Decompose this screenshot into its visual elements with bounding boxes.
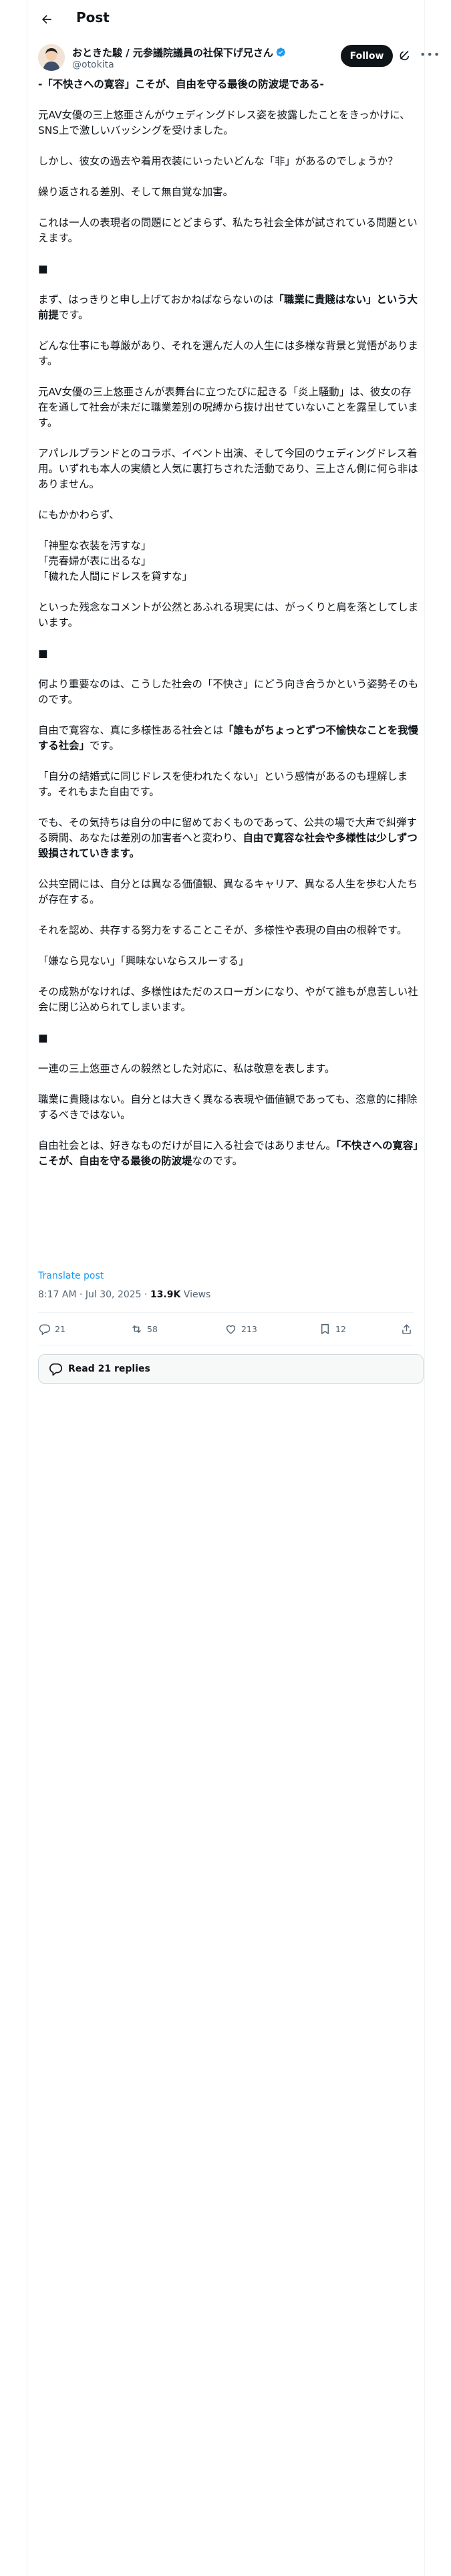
post-paragraph: 自由で寛容な、真に多様性ある社会とは「誰もがちょっとずつ不愉快なことを我慢する社… xyxy=(38,723,420,754)
post-text-run: です。 xyxy=(89,740,120,752)
post-paragraph: 職業に貴賤はない。自分とは大きく異なる表現や価値観であっても、恣意的に排除するべ… xyxy=(38,1092,420,1123)
read-replies-label: Read 21 replies xyxy=(68,1364,150,1374)
post-text-run: これは一人の表現者の問題にとどまらず、私たち社会全体が試されている問題といえます… xyxy=(38,217,418,244)
post-text-run: 一連の三上悠亜さんの毅然とした対応に、私は敬意を表します。 xyxy=(38,1063,335,1075)
post-text-run: 元AV女優の三上悠亜さんが表舞台に立つたびに起きる「炎上騒動」は、彼女の存在を通… xyxy=(38,386,418,429)
repost-button[interactable]: 58 xyxy=(130,1323,158,1335)
more-options-icon[interactable]: ••• xyxy=(420,48,440,61)
bookmark-count: 12 xyxy=(335,1324,346,1334)
post-text: -「不快さへの寛容」こそが、自由を守る最後の防波堤である- 元AV女優の三上悠亜さ… xyxy=(38,77,420,1184)
views-count: 13.9K xyxy=(150,1289,181,1300)
repost-count: 58 xyxy=(147,1324,158,1334)
post-paragraph: -「不快さへの寛容」こそが、自由を守る最後の防波堤である- xyxy=(38,77,420,92)
post-paragraph: 「嫌なら見ない」「興味ないならスルーする」 xyxy=(38,954,420,969)
post-paragraph: でも、その気持ちは自分の中に留めておくものであって、公共の場で大声で糾弾する瞬間… xyxy=(38,815,420,861)
arrow-left-icon xyxy=(42,15,51,24)
share-button[interactable] xyxy=(400,1323,417,1335)
post-timestamp[interactable]: 8:17 AM · Jul 30, 2025 xyxy=(38,1289,142,1300)
chat-bubble-icon xyxy=(48,1362,63,1376)
post-paragraph: 何より重要なのは、こうした社会の「不快さ」にどう向き合うかという姿勢そのものです… xyxy=(38,677,420,708)
post-meta: 8:17 AM · Jul 30, 2025 · 13.9K Views xyxy=(38,1289,210,1300)
like-button[interactable]: 213 xyxy=(224,1323,257,1335)
share-icon xyxy=(400,1323,413,1335)
grok-icon[interactable] xyxy=(399,49,411,64)
post-text-bold: ■ xyxy=(38,1032,48,1044)
author-handle[interactable]: @otokita xyxy=(72,60,114,70)
post-paragraph: どんな仕事にも尊厳があり、それを選んだ人の人生には多様な背景と覚悟があります。 xyxy=(38,338,420,369)
author-name[interactable]: おときた駿 / 元参議院議員の社保下げ兄さん xyxy=(72,45,286,60)
post-text-run: アパレルブランドとのコラボ、イベント出演、そして今回のウェディングドレス着用。い… xyxy=(38,447,418,490)
post-text-run: 「自分の結婚式に同じドレスを使われたくない」という感情があるのも理解します。それ… xyxy=(38,770,408,798)
post-text-run: にもかかわらず、 xyxy=(38,509,120,521)
post-paragraph: にもかかわらず、 xyxy=(38,508,420,523)
post-paragraph: ■ xyxy=(38,646,420,661)
post-text-run: 「売春婦が表に出るな」 xyxy=(38,555,152,567)
post-paragraph: 「神聖な衣装を汚すな」 「売春婦が表に出るな」「穢れた人間にドレスを貸すな」 xyxy=(38,538,420,584)
translate-post-link[interactable]: Translate post xyxy=(38,1271,104,1281)
post-text-run: 何より重要なのは、こうした社会の「不快さ」にどう向き合うかという姿勢そのものです… xyxy=(38,678,419,706)
repost-icon xyxy=(130,1323,143,1335)
post-paragraph: 公共空間には、自分とは異なる価値観、異なるキャリア、異なる人生を歩む人たちが存在… xyxy=(38,877,420,907)
post-text-run: 自由社会とは、好きなものだけが目に入る社会ではありません。 xyxy=(38,1140,336,1152)
page-title: Post xyxy=(76,9,110,25)
post-text-bold: ■ xyxy=(38,647,48,659)
post-paragraph: といった残念なコメントが公然とあふれる現実には、がっくりと肩を落としてしまいます… xyxy=(38,600,420,631)
action-bar: 21 58 213 12 xyxy=(38,1319,414,1340)
post-text-run: 「嫌なら見ない」「興味ないならスルーする」 xyxy=(38,955,249,967)
post-paragraph: 一連の三上悠亜さんの毅然とした対応に、私は敬意を表します。 xyxy=(38,1061,420,1077)
post-text-run: 元AV女優の三上悠亜さんがウェディングドレス姿を披露したことをきっかけに、SNS… xyxy=(38,109,410,136)
post-text-run: 公共空間には、自分とは異なる価値観、異なるキャリア、異なる人生を歩む人たちが存在… xyxy=(38,878,418,905)
top-bar: Post xyxy=(27,0,424,38)
reply-button[interactable]: 21 xyxy=(38,1323,65,1335)
post-paragraph: アパレルブランドとのコラボ、イベント出演、そして今回のウェディングドレス着用。い… xyxy=(38,446,420,492)
post-paragraph: しかし、彼女の過去や着用衣装にいったいどんな「非」があるのでしょうか？ xyxy=(38,154,420,169)
post-paragraph: まず、はっきりと申し上げておかねばならないのは「職業に貴賤はない」という大前提で… xyxy=(38,292,420,323)
post-text-run: 繰り返される差別、そして無自覚な加害。 xyxy=(38,186,233,198)
avatar[interactable] xyxy=(38,44,65,71)
post-header: おときた駿 / 元参議院議員の社保下げ兄さん @otokita Follow •… xyxy=(27,43,440,76)
post-paragraph: それを認め、共存する努力をすることこそが、多様性や表現の自由の根幹です。 xyxy=(38,923,420,938)
post-text-run: どんな仕事にも尊厳があり、それを選んだ人の人生には多様な背景と覚悟があります。 xyxy=(38,340,418,367)
post-paragraph: ■ xyxy=(38,1031,420,1046)
post-text-run: しかし、彼女の過去や着用衣装にいったいどんな「非」があるのでしょうか？ xyxy=(38,155,398,167)
post-text-run: 自由で寛容な、真に多様性ある社会とは xyxy=(38,724,224,736)
bookmark-button[interactable]: 12 xyxy=(319,1323,346,1335)
post-text-run: それを認め、共存する努力をすることこそが、多様性や表現の自由の根幹です。 xyxy=(38,924,408,936)
post-paragraph: 繰り返される差別、そして無自覚な加害。 xyxy=(38,185,420,200)
read-replies-button[interactable]: Read 21 replies xyxy=(38,1354,424,1384)
post-text-run: まず、はっきりと申し上げておかねばならないのは xyxy=(38,294,274,306)
post-text-run: 「神聖な衣装を汚すな」 xyxy=(38,540,152,552)
post-text-run: その成熟がなければ、多様性はただのスローガンになり、やがて誰もが息苦しい社会に閉… xyxy=(38,986,418,1013)
verified-badge-icon xyxy=(275,47,286,60)
post-text-bold: -「不快さへの寛容」こそが、自由を守る最後の防波堤である- xyxy=(38,78,324,90)
post-text-run: なのです。 xyxy=(192,1155,243,1167)
post-text-bold: ■ xyxy=(38,263,48,275)
main-column: Post おときた駿 / 元参議院議員の社保下げ兄さん @otokita Fol… xyxy=(27,0,440,2576)
post-text-run: 職業に貴賤はない。自分とは大きく異なる表現や価値観であっても、恣意的に排除するべ… xyxy=(38,1093,418,1121)
post-paragraph: 「自分の結婚式に同じドレスを使われたくない」という感情があるのも理解します。それ… xyxy=(38,769,420,800)
reply-count: 21 xyxy=(55,1324,65,1334)
post-paragraph: 自由社会とは、好きなものだけが目に入る社会ではありません。「不快さへの寛容」こそ… xyxy=(38,1138,420,1169)
post-paragraph: ■ xyxy=(38,261,420,277)
back-button[interactable] xyxy=(37,9,57,29)
post-paragraph: 元AV女優の三上悠亜さんが表舞台に立つたびに起きる「炎上騒動」は、彼女の存在を通… xyxy=(38,385,420,431)
post-paragraph: 元AV女優の三上悠亜さんがウェディングドレス姿を披露したことをきっかけに、SNS… xyxy=(38,108,420,138)
divider xyxy=(38,1312,414,1313)
post-text-run: といった残念なコメントが公然とあふれる現実には、がっくりと肩を落としてしまいます… xyxy=(38,601,418,629)
avatar-image xyxy=(38,44,65,71)
bookmark-icon xyxy=(319,1323,331,1335)
follow-button[interactable]: Follow xyxy=(341,45,393,67)
post-text-run: です。 xyxy=(58,309,89,321)
meta-separator: · xyxy=(141,1289,150,1300)
reply-icon xyxy=(38,1323,51,1335)
post-text-run: 「穢れた人間にドレスを貸すな」 xyxy=(38,570,192,582)
post-paragraph: これは一人の表現者の問題にとどまらず、私たち社会全体が試されている問題といえます… xyxy=(38,215,420,246)
heart-icon xyxy=(224,1323,237,1335)
views-label: Views xyxy=(180,1289,211,1300)
post-paragraph: その成熟がなければ、多様性はただのスローガンになり、やがて誰もが息苦しい社会に閉… xyxy=(38,984,420,1015)
like-count: 213 xyxy=(241,1324,257,1334)
